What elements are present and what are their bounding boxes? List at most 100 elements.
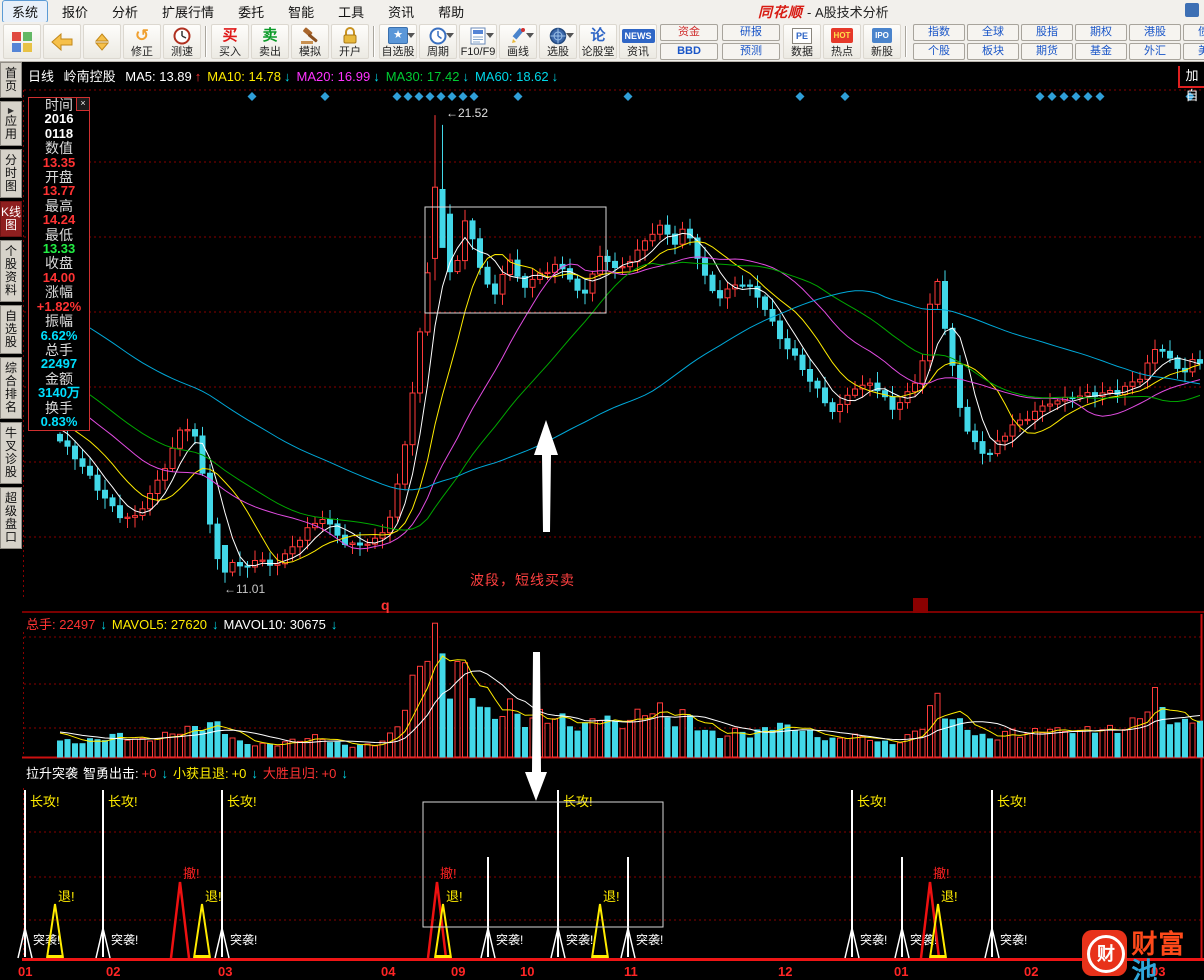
volume-bar [942,718,948,758]
retreat-label: 撤! [440,866,457,881]
menu-item-system[interactable]: 系统 [2,0,49,23]
menu-item-help[interactable]: 帮助 [428,0,474,23]
window-layout-button[interactable] [3,24,41,59]
candle-body [957,364,963,408]
candle-body [169,447,176,469]
close-icon[interactable]: × [76,97,90,111]
menu-item-smart[interactable]: 智能 [278,0,324,23]
hot-button[interactable]: HOT 热点 [823,24,861,59]
event-diamond-icon [513,92,523,101]
draw-line-button[interactable]: 画线 [499,24,537,59]
info-row: 3140万 [38,385,80,401]
market-button[interactable]: 期权 [1075,23,1127,41]
exit-label: 退! [603,889,620,904]
candle-body [709,274,716,292]
signal-text: 突袭! [566,932,593,947]
research-report-button[interactable]: 研报 [722,23,780,41]
bbd-button[interactable]: BBD [660,42,718,60]
sidebar-item-intraday[interactable]: 分时图 [0,149,22,198]
ma-value: MA30: 17.42 [385,69,460,84]
candle-body [919,360,926,384]
event-diamond-icon [425,92,435,101]
sidebar-item-diagnosis[interactable]: 牛叉诊股 [0,422,22,484]
open-account-button[interactable]: 开户 [331,24,369,59]
info-row: 0118 [44,125,74,141]
chevron-down-icon [566,32,574,38]
event-diamond-icon [1035,92,1045,101]
candle-body [657,224,663,235]
sidebar-item-stock-info[interactable]: 个股资料 [0,240,22,302]
signal-text: 突袭! [1000,932,1027,947]
market-button[interactable]: 港股 [1129,23,1181,41]
candle-body [889,396,896,410]
info-row: 最低 [45,226,73,243]
info-panel[interactable]: 时间 2016 0118 数值 13.35 开盘 13.77 最高 14.24 最低 13.33 收盘… [28,97,90,431]
volume-bar [1159,707,1166,758]
period-button[interactable]: 周期 [419,24,457,59]
volume-bar [522,727,528,758]
buy-button[interactable]: 买买入 [211,24,249,59]
menu-item-trading[interactable]: 委托 [228,0,274,23]
menu-item-news[interactable]: 资讯 [378,0,424,23]
candle-body [942,281,948,329]
market-button[interactable]: 指数 [913,23,965,41]
candle-body [1024,418,1031,422]
month-label: 04 [381,964,396,979]
market-button[interactable]: 期货 [1021,42,1073,60]
sell-button[interactable]: 卖卖出 [251,24,289,59]
scroll-up-down-button[interactable] [83,24,121,59]
market-button[interactable]: 个股 [913,42,965,60]
market-button[interactable]: 外汇 [1129,42,1181,60]
month-label: 11 [624,964,638,979]
window-corner-icon[interactable] [1185,3,1199,17]
simulate-button[interactable]: 模拟 [291,24,329,59]
news-button[interactable]: NEWS 资讯 [619,24,657,59]
menu-item-analysis[interactable]: 分析 [102,0,148,23]
market-button[interactable]: 基金 [1075,42,1127,60]
data-button[interactable]: PE 数据 [783,24,821,59]
volume-bar [657,702,663,758]
market-button[interactable]: 债券 [1183,23,1204,41]
candle-body [837,403,843,412]
add-watchlist-hint[interactable]: 加自 [1178,66,1204,103]
forecast-button[interactable]: 预测 [722,42,780,60]
market-button[interactable]: 股指 [1021,23,1073,41]
market-button[interactable]: 全球 [967,23,1019,41]
sidebar-item-watchlist[interactable]: 自选股 [0,305,22,354]
candle-body [439,189,446,248]
back-arrow-icon [51,32,73,51]
candle-body [387,516,393,534]
market-button[interactable]: 美股 [1183,42,1204,60]
candle-body [64,440,71,447]
candle-body [154,479,161,495]
candle-body [357,542,363,546]
watchlist-button[interactable]: ★ 自选股 [379,24,417,59]
f10-button[interactable]: F10/F9 [459,24,497,59]
sidebar-item-kline[interactable]: K线图 [0,201,22,237]
signal-text: 突袭! [111,932,138,947]
menu-item-tools[interactable]: 工具 [328,0,374,23]
volume-bar [139,737,146,758]
candle-body [717,290,723,299]
indicator-header: 拉升突袭 智勇出击: +0 ↓ 小获且退: +0 ↓ 大胜且归: +0 ↓ [26,763,353,782]
menu-item-quotes[interactable]: 报价 [52,0,98,23]
stock-picker-button[interactable]: 选股 [539,24,577,59]
correct-button[interactable]: ↺ 修正 [123,24,161,59]
sidebar-item-ranking[interactable]: 综合排名 [0,357,22,419]
candle-body [1032,410,1038,420]
speed-test-button[interactable]: 测速 [163,24,201,59]
forum-button[interactable]: 论论股堂 [579,24,617,59]
ipo-button[interactable]: IPO 新股 [863,24,901,59]
candle-body [454,260,461,273]
fund-flow-button[interactable]: 资金 [660,23,718,41]
sidebar-item-home[interactable]: 首页 [0,62,22,98]
menu-item-extended-quotes[interactable]: 扩展行情 [152,0,224,23]
market-button[interactable]: 板块 [967,42,1019,60]
sidebar-item-super-level2[interactable]: 超级盘口 [0,487,22,549]
sidebar-item-apps[interactable]: ▶ 应用 [0,101,22,146]
document-icon [470,27,486,44]
back-button[interactable] [43,24,81,59]
volume-bar [837,737,843,758]
chart-canvas[interactable]: 长攻!突袭!长攻!突袭!长攻!突袭!长攻!突袭!长攻!突袭!长攻!突袭!突袭! 突… [0,62,1204,980]
volume-bar [784,724,791,758]
